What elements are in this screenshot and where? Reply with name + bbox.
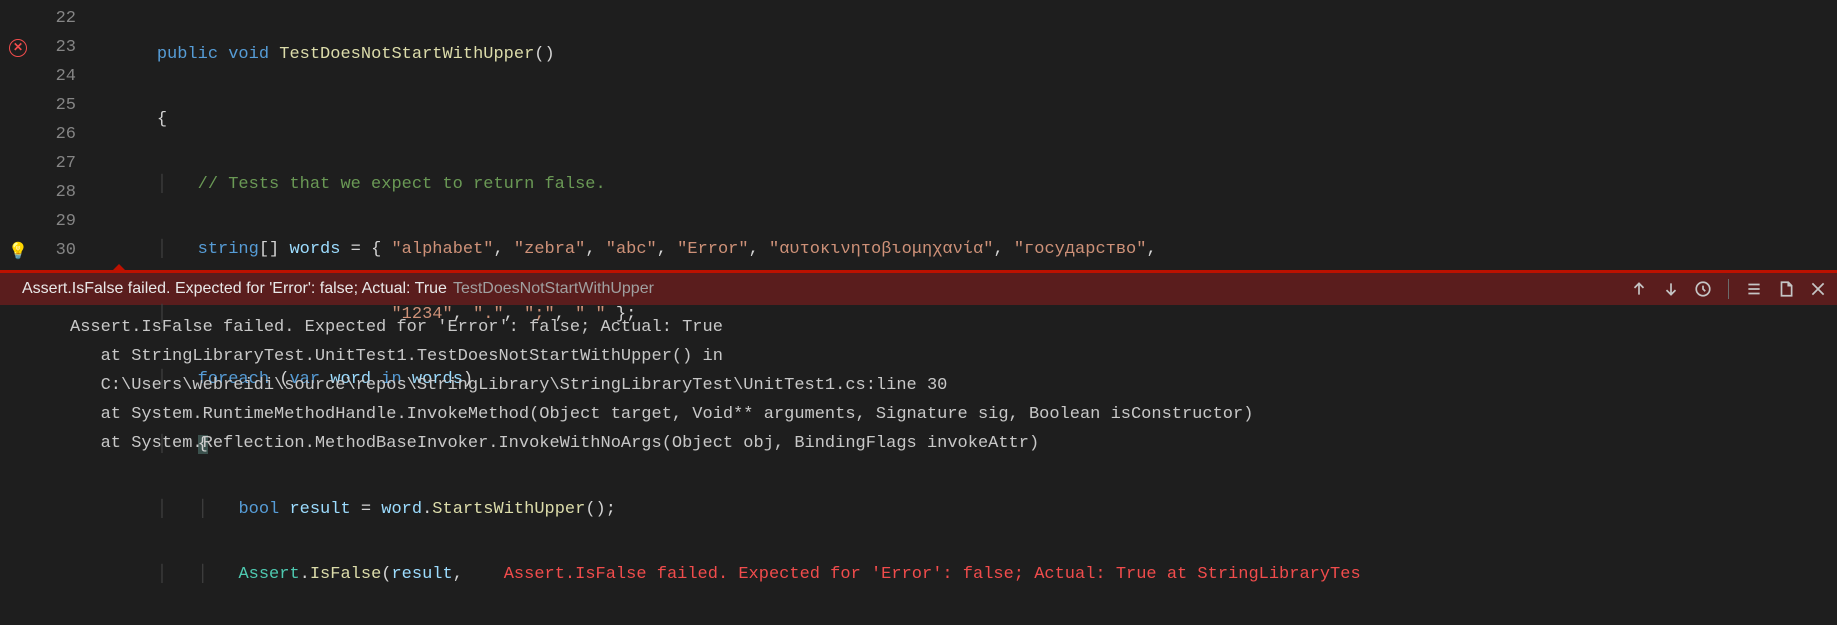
arrow-up-icon[interactable] — [1630, 280, 1648, 298]
line-number: 27 — [36, 149, 86, 178]
line-number: 26 — [36, 120, 86, 149]
line-number: 25 — [36, 91, 86, 120]
error-lens-divider — [0, 270, 1837, 273]
separator — [1728, 279, 1729, 299]
code-line[interactable]: │ │ Assert.IsFalse(result, Assert.IsFals… — [116, 560, 1837, 589]
inline-error-text: Assert.IsFalse failed. Expected for 'Err… — [504, 565, 1361, 584]
line-number-gutter: 22 23 24 25 26 27 28 29 30 — [36, 0, 86, 270]
history-icon[interactable] — [1694, 280, 1712, 298]
error-message: Assert.IsFalse failed. Expected for 'Err… — [22, 280, 447, 298]
code-line[interactable]: │ // Tests that we expect to return fals… — [116, 170, 1837, 199]
error-glyph-icon[interactable]: ✕ — [9, 39, 27, 57]
line-number: 29 — [36, 207, 86, 236]
error-context: TestDoesNotStartWithUpper — [453, 280, 654, 298]
error-toolbar — [1630, 279, 1827, 299]
code-editor[interactable]: ✕ 💡 22 23 24 25 26 27 28 29 30 public vo… — [0, 0, 1837, 270]
arrow-down-icon[interactable] — [1662, 280, 1680, 298]
line-number: 23 — [36, 33, 86, 62]
code-line[interactable]: public void TestDoesNotStartWithUpper() — [116, 40, 1837, 69]
code-line[interactable]: │ │ bool result = word.StartsWithUpper()… — [116, 495, 1837, 524]
list-icon[interactable] — [1745, 280, 1763, 298]
close-icon[interactable] — [1809, 280, 1827, 298]
line-number: 24 — [36, 62, 86, 91]
code-area[interactable]: public void TestDoesNotStartWithUpper() … — [86, 0, 1837, 270]
go-to-file-icon[interactable] — [1777, 280, 1795, 298]
lightbulb-icon[interactable]: 💡 — [8, 241, 28, 261]
line-number: 30 — [36, 236, 86, 265]
code-line[interactable]: │ string[] words = { "alphabet", "zebra"… — [116, 235, 1837, 264]
glyph-margin: ✕ 💡 — [0, 0, 36, 270]
line-number: 28 — [36, 178, 86, 207]
line-number: 22 — [36, 4, 86, 33]
code-line[interactable]: { — [116, 105, 1837, 134]
